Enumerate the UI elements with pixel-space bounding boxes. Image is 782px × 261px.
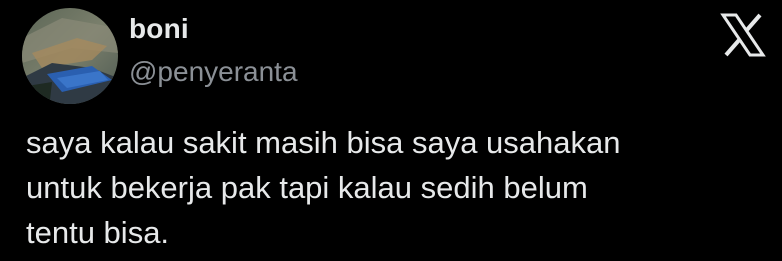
author-info: boni @penyeranta <box>129 10 298 90</box>
avatar[interactable] <box>22 8 118 104</box>
display-name[interactable]: boni <box>129 10 298 48</box>
x-logo-icon[interactable] <box>720 12 766 58</box>
handle[interactable]: @penyeranta <box>129 54 298 90</box>
tweet-card: boni @penyeranta saya kalau sakit masih … <box>0 0 782 261</box>
avatar-image <box>22 8 118 104</box>
tweet-text: saya kalau sakit masih bisa saya usahaka… <box>26 125 621 250</box>
